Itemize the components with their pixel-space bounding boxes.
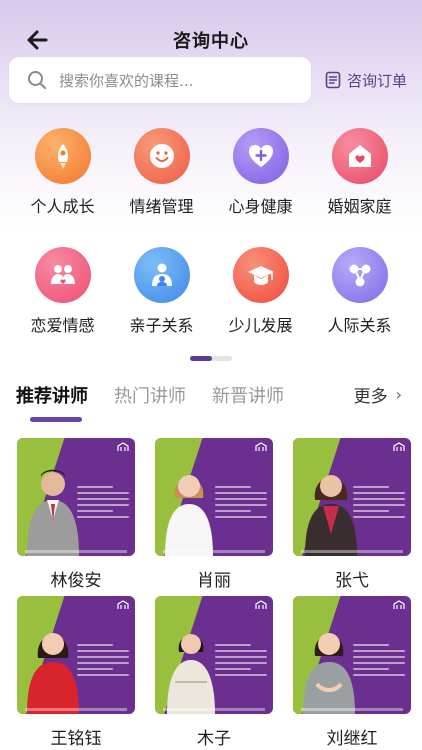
arrow-left-icon bbox=[27, 30, 48, 50]
teacher-photo bbox=[155, 596, 273, 714]
category-interpersonal[interactable]: 人际关系 bbox=[313, 247, 407, 336]
consult-order-link[interactable]: 咨询订单 bbox=[325, 70, 407, 91]
page-title: 咨询中心 bbox=[173, 31, 249, 52]
category-child-development[interactable]: 少儿发展 bbox=[214, 247, 308, 336]
search-icon bbox=[28, 71, 46, 89]
smile-icon bbox=[133, 128, 190, 184]
teacher-card[interactable]: 张弋 bbox=[293, 438, 411, 591]
tab-active-underline bbox=[30, 417, 82, 422]
graduation-cap-icon bbox=[232, 247, 289, 303]
category-personal-growth[interactable]: 个人成长 bbox=[16, 128, 110, 217]
teacher-portrait bbox=[27, 469, 79, 556]
category-label: 少儿发展 bbox=[228, 316, 293, 335]
teacher-tabs: 推荐讲师 热门讲师 新晋讲师 更多 › bbox=[16, 382, 408, 422]
category-parent-child[interactable]: 亲子关系 bbox=[115, 247, 209, 336]
category-marriage-family[interactable]: 婚姻家庭 bbox=[313, 128, 407, 217]
teacher-portrait bbox=[305, 475, 357, 556]
network-icon bbox=[331, 247, 388, 303]
category-label: 恋爱情感 bbox=[30, 316, 95, 335]
brand-logo-icon bbox=[117, 600, 129, 609]
brand-logo-icon bbox=[117, 442, 129, 451]
category-grid: 个人成长 情绪管理 心身健康 婚姻家庭 恋爱情感 亲子关系 少儿发展 人际关系 bbox=[0, 128, 422, 336]
teacher-name: 林俊安 bbox=[50, 571, 102, 591]
teacher-card[interactable]: 王铭钰 bbox=[17, 596, 135, 749]
teacher-portrait bbox=[165, 475, 213, 556]
more-label: 更多 bbox=[353, 387, 388, 407]
teacher-name: 王铭钰 bbox=[50, 729, 102, 749]
search-input[interactable]: 搜索你喜欢的课程... bbox=[9, 57, 311, 103]
category-label: 人际关系 bbox=[327, 316, 392, 335]
heart-home-icon bbox=[331, 128, 388, 184]
category-emotion-management[interactable]: 情绪管理 bbox=[115, 128, 209, 217]
teacher-card[interactable]: 林俊安 bbox=[17, 438, 135, 591]
order-list-icon bbox=[325, 71, 341, 89]
parent-child-icon bbox=[133, 247, 190, 303]
teacher-card[interactable]: 刘继红 bbox=[293, 596, 411, 749]
tab-label: 推荐讲师 bbox=[16, 386, 88, 407]
category-label: 个人成长 bbox=[30, 197, 95, 216]
search-placeholder: 搜索你喜欢的课程... bbox=[59, 71, 194, 90]
rocket-icon bbox=[34, 128, 91, 184]
teacher-name: 肖丽 bbox=[197, 571, 231, 591]
category-label: 亲子关系 bbox=[129, 316, 194, 335]
search-row: 搜索你喜欢的课程... 咨询订单 bbox=[9, 57, 413, 103]
tab-label: 热门讲师 bbox=[114, 386, 186, 407]
category-label: 心身健康 bbox=[228, 197, 293, 216]
teacher-photo bbox=[293, 438, 411, 556]
heart-plus-icon bbox=[232, 128, 289, 184]
category-love-relationship[interactable]: 恋爱情感 bbox=[16, 247, 110, 336]
brand-logo-icon bbox=[393, 600, 405, 609]
category-mind-body-health[interactable]: 心身健康 bbox=[214, 128, 308, 217]
tab-recommended[interactable]: 推荐讲师 bbox=[16, 382, 88, 422]
page-indicator-active bbox=[190, 356, 212, 361]
teacher-photo bbox=[293, 596, 411, 714]
chevron-right-icon: › bbox=[395, 385, 402, 404]
teacher-portrait bbox=[27, 633, 79, 714]
teacher-photo bbox=[17, 438, 135, 556]
consult-order-label: 咨询订单 bbox=[347, 71, 408, 90]
brand-logo-icon bbox=[255, 442, 267, 451]
tab-label: 新晋讲师 bbox=[212, 386, 284, 407]
teacher-name: 张弋 bbox=[335, 571, 369, 591]
teacher-card[interactable]: 肖丽 bbox=[155, 438, 273, 591]
more-link[interactable]: 更多 › bbox=[354, 382, 402, 407]
teacher-grid: 林俊安 肖丽 张弋 王铭钰 木子 刘继红 bbox=[17, 438, 411, 749]
teacher-portrait bbox=[167, 634, 215, 714]
teacher-name: 木子 bbox=[197, 729, 231, 749]
category-page-indicator bbox=[190, 356, 232, 361]
brand-logo-icon bbox=[255, 600, 267, 609]
tab-popular[interactable]: 热门讲师 bbox=[114, 382, 186, 408]
back-button[interactable] bbox=[24, 26, 54, 54]
teacher-portrait bbox=[303, 633, 355, 714]
teacher-photo bbox=[155, 438, 273, 556]
category-label: 婚姻家庭 bbox=[327, 197, 392, 216]
top-bar: 咨询中心 bbox=[0, 22, 422, 58]
teacher-photo bbox=[17, 596, 135, 714]
teacher-name: 刘继红 bbox=[326, 729, 378, 749]
couple-icon bbox=[34, 247, 91, 303]
brand-logo-icon bbox=[393, 442, 405, 451]
tab-new[interactable]: 新晋讲师 bbox=[212, 382, 284, 408]
category-label: 情绪管理 bbox=[129, 197, 194, 216]
teacher-card[interactable]: 木子 bbox=[155, 596, 273, 749]
